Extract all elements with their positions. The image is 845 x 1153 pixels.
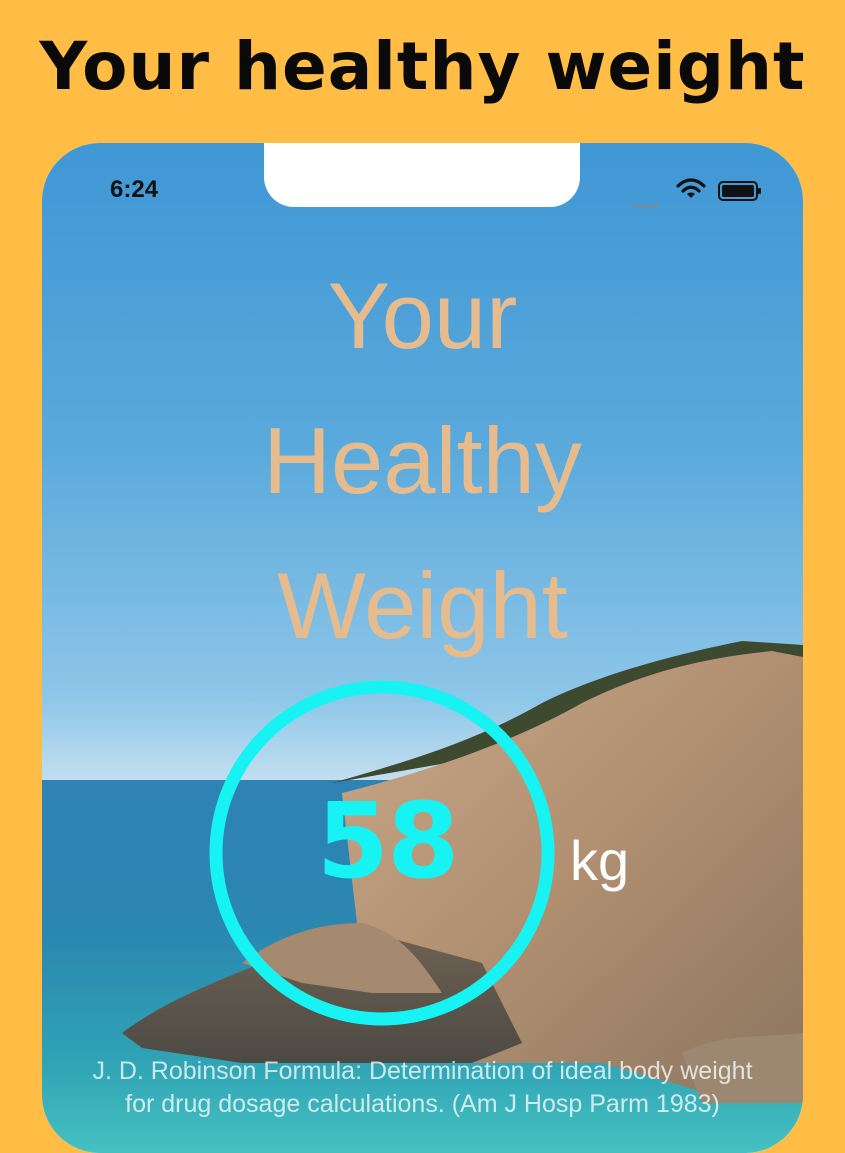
promo-title: Your healthy weight: [39, 28, 806, 105]
hero-title-line-2: Healthy: [263, 408, 582, 513]
background-photo: 6:24 Your Healthy Weight 58 kg J. D. Rob…: [42, 143, 803, 1153]
hero-title: Your Healthy Weight: [42, 243, 803, 678]
signal-icon: [632, 195, 664, 208]
hero-title-line-1: Your: [327, 263, 518, 368]
formula-citation: J. D. Robinson Formula: Determination of…: [42, 1055, 803, 1121]
battery-icon: [718, 181, 761, 201]
weight-unit: kg: [570, 829, 630, 892]
phone-frame: 6:24 Your Healthy Weight 58 kg J. D. Rob…: [42, 143, 803, 1153]
formula-citation-line-2: for drug dosage calculations. (Am J Hosp…: [125, 1090, 720, 1118]
camera-notch: [264, 143, 580, 207]
wifi-icon: [676, 178, 706, 198]
weight-value: 58: [316, 780, 460, 902]
hero-title-line-3: Weight: [277, 553, 568, 658]
status-time: 6:24: [110, 176, 159, 203]
formula-citation-line-1: J. D. Robinson Formula: Determination of…: [92, 1057, 753, 1085]
